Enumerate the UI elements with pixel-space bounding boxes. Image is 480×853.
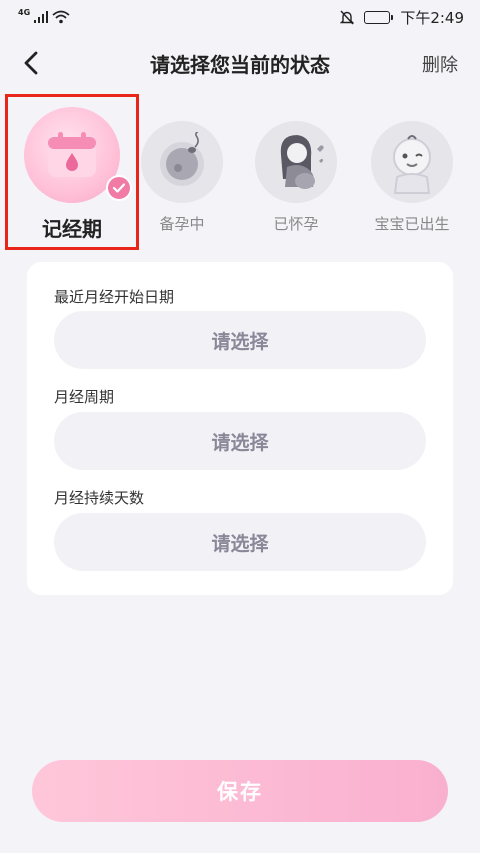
option-label: 记经期: [42, 217, 102, 241]
field-label-duration: 月经持续天数: [54, 489, 145, 507]
save-button[interactable]: 保存: [32, 760, 448, 822]
back-button[interactable]: [14, 46, 48, 80]
delete-button[interactable]: 删除: [422, 51, 458, 77]
clock: 下午2:49: [400, 8, 464, 27]
status-right: 下午2:49: [340, 7, 464, 28]
option-baby-born[interactable]: 宝宝已出生: [356, 95, 468, 234]
option-avatar: [141, 121, 223, 203]
field-label-start-date: 最近月经开始日期: [54, 288, 175, 306]
network-type: 4G: [18, 7, 31, 17]
cycle-form-card: 最近月经开始日期 请选择 月经周期 请选择 月经持续天数 请选择: [27, 262, 453, 595]
chevron-left-icon: [24, 51, 38, 75]
calendar-drop-icon: [48, 132, 96, 177]
signal-icon: [34, 11, 49, 23]
header: 请选择您当前的状态 删除: [0, 40, 480, 86]
wifi-icon: [52, 10, 70, 24]
status-left: 4G: [18, 7, 70, 24]
baby-icon: [393, 135, 431, 194]
field-label-cycle: 月经周期: [54, 388, 115, 406]
status-bar: 4G 下午2:49: [0, 0, 480, 34]
start-date-select[interactable]: 请选择: [54, 311, 426, 369]
option-avatar: [255, 121, 337, 203]
sperm-egg-icon: [160, 132, 204, 186]
option-period[interactable]: 记经期: [16, 95, 132, 242]
option-label: 已怀孕: [273, 215, 319, 233]
pregnant-woman-icon: [280, 135, 324, 189]
period-duration-select[interactable]: 请选择: [54, 513, 426, 571]
status-options: 记经期 备孕中 已怀孕 宝宝已出生: [0, 95, 480, 245]
option-trying[interactable]: 备孕中: [126, 95, 238, 234]
option-label: 备孕中: [159, 215, 205, 233]
mute-bell-icon: [340, 10, 355, 24]
cycle-length-select[interactable]: 请选择: [54, 412, 426, 470]
option-label: 宝宝已出生: [374, 215, 450, 233]
battery-icon: [364, 10, 394, 24]
option-pregnant[interactable]: 已怀孕: [240, 95, 352, 234]
option-avatar: [371, 121, 453, 203]
check-icon: [112, 183, 126, 193]
page-title: 请选择您当前的状态: [150, 52, 330, 77]
